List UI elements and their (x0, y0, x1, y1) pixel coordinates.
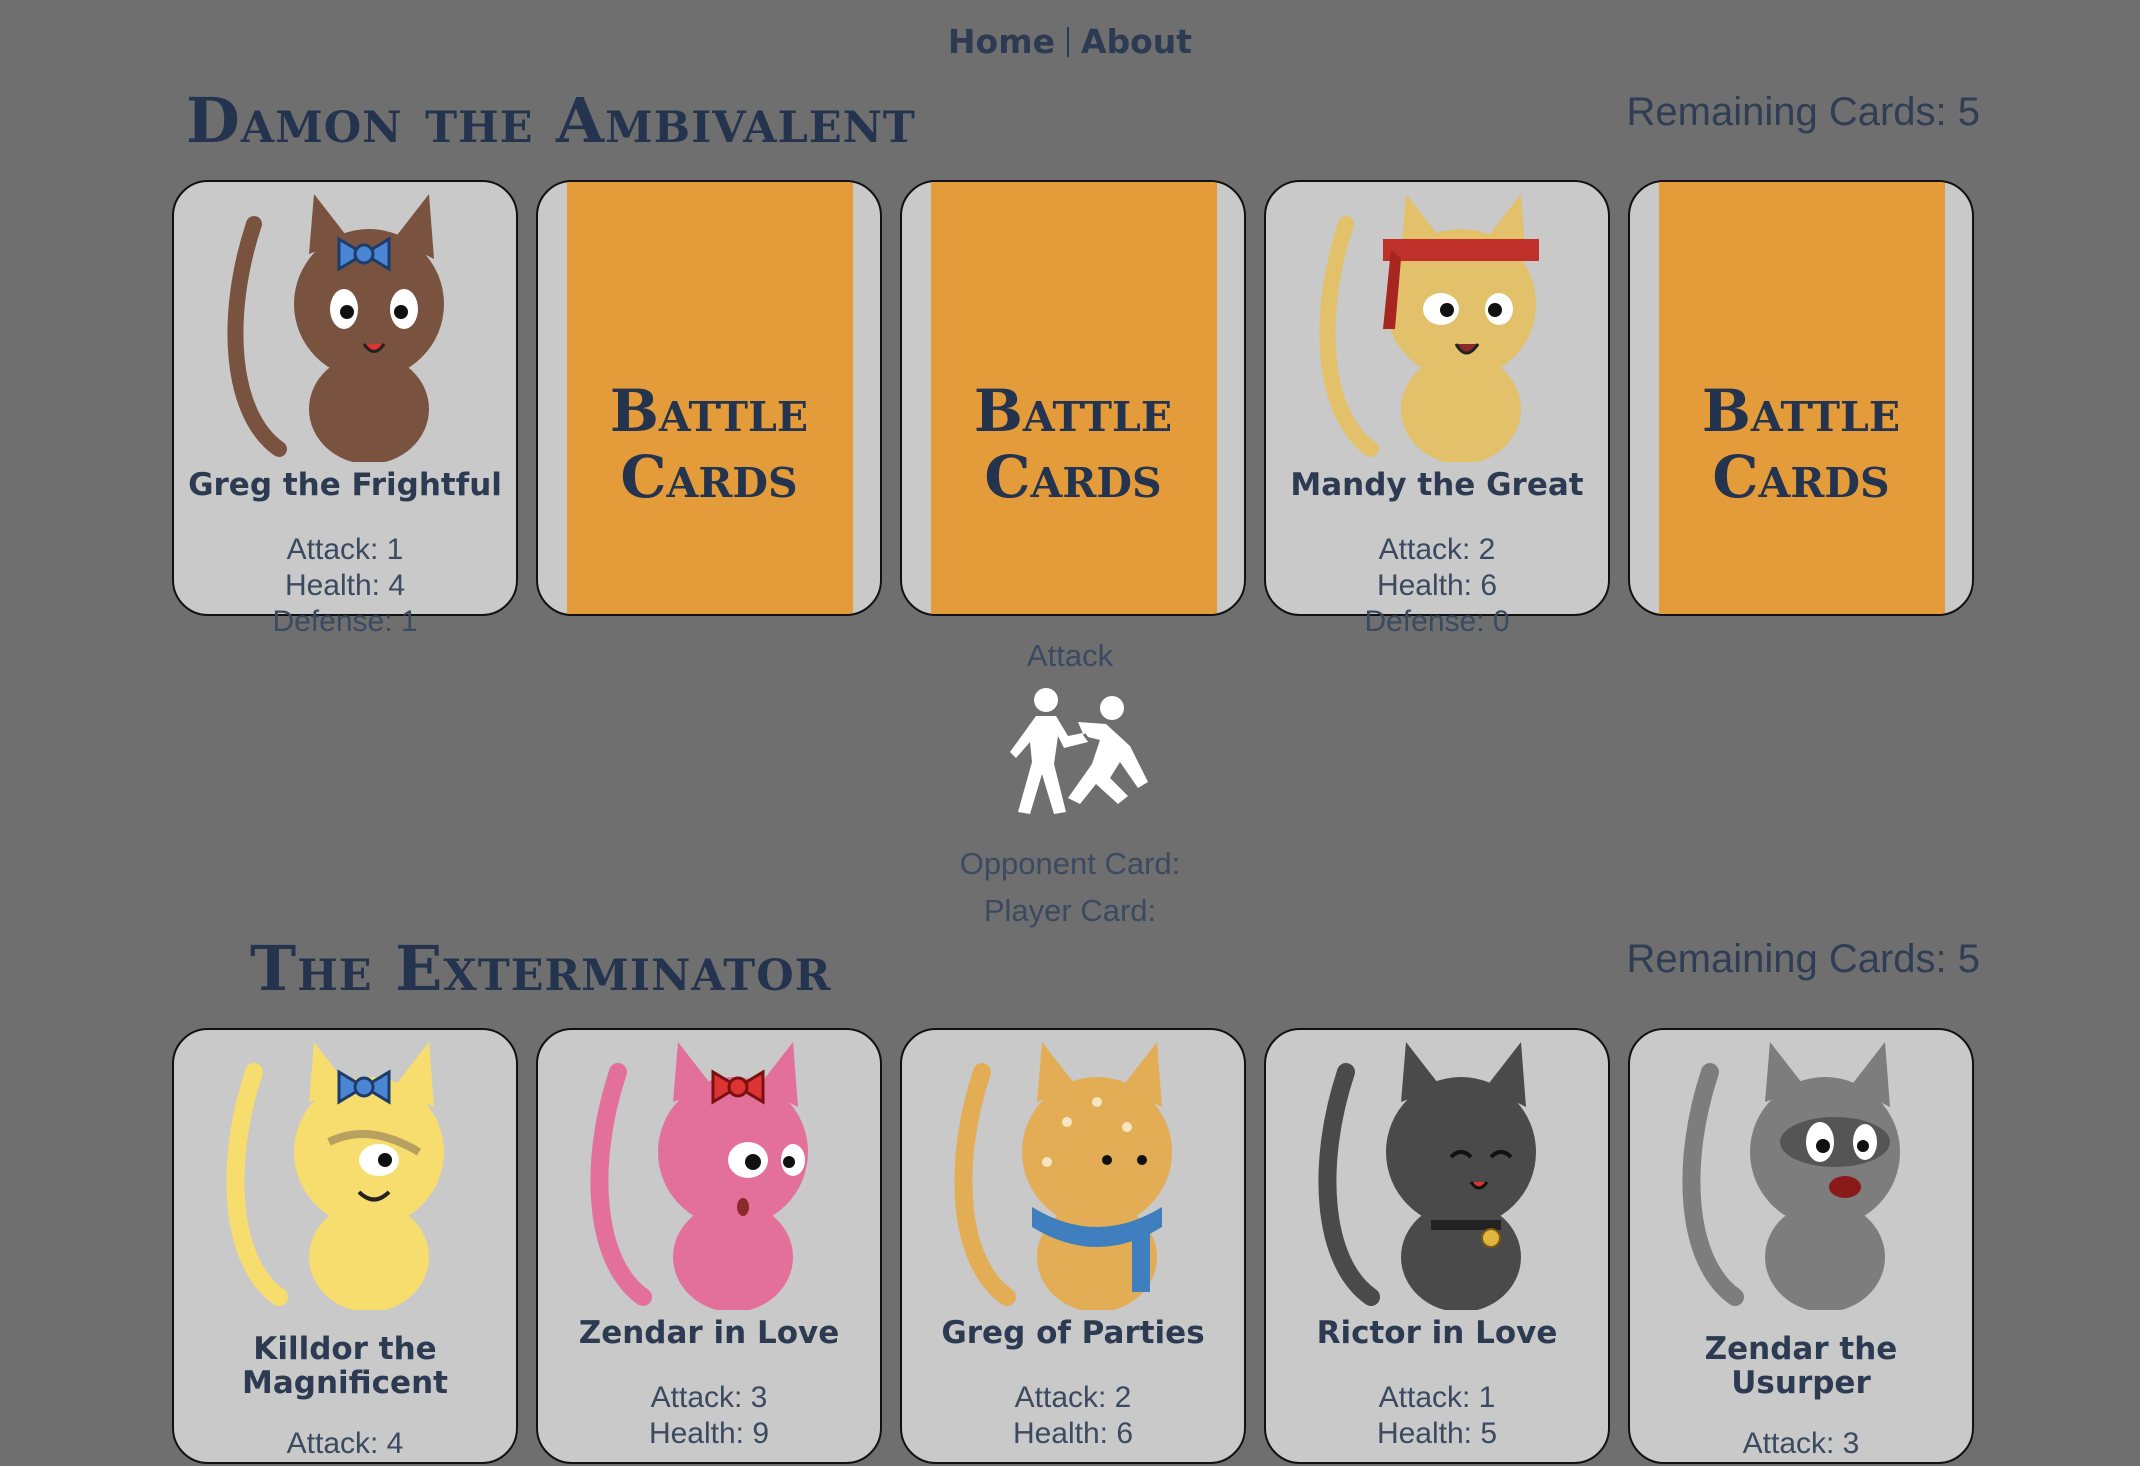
nav-separator (1066, 27, 1069, 57)
card-back-line2: Cards (1712, 443, 1890, 511)
cat-portrait-icon (1319, 194, 1539, 462)
card-name-line1: Zendar the (1704, 1331, 1898, 1367)
card-back-logo: Battle Cards (1630, 378, 1972, 510)
card-name-line2: Magnificent (242, 1365, 448, 1401)
card-defense: Defense: 1 (272, 605, 418, 638)
opponent-card-facedown[interactable]: Battle Cards (536, 180, 882, 616)
player-name: The Exterminator (250, 932, 832, 1005)
opponent-card-facedown[interactable]: Battle Cards (1628, 180, 1974, 616)
card-defense: Defense: 0 (1364, 605, 1510, 638)
opponent-card-greg-the-frightful[interactable]: Greg the Frightful Attack: 1 Health: 4 D… (172, 180, 518, 638)
cat-portrait-icon (590, 1042, 808, 1310)
opponent-name: Damon the Ambivalent (186, 84, 916, 157)
player-card-greg-of-parties[interactable]: Greg of Parties Attack: 2 Health: 6 (900, 1028, 1246, 1464)
card-name: Greg of Parties (941, 1315, 1205, 1351)
player-card-zendar-the-usurper[interactable]: Zendar the Usurper Attack: 3 (1628, 1028, 1974, 1464)
card-name: Zendar the Usurper (1630, 1332, 1972, 1400)
card-name: Mandy the Great (1290, 467, 1584, 503)
card-back-logo: Battle Cards (538, 378, 880, 510)
card-attack: Attack: 1 (286, 533, 404, 566)
card-health: Health: 5 (1376, 1417, 1498, 1450)
player-remaining-cards: Remaining Cards: 5 (1626, 937, 1981, 981)
card-attack: Attack: 4 (286, 1427, 404, 1460)
cat-portrait-icon (226, 1042, 444, 1310)
opponent-remaining-cards: Remaining Cards: 5 (1626, 90, 1981, 134)
card-name-line1: Killdor the (253, 1331, 437, 1367)
card-health: Health: 4 (284, 569, 406, 602)
cat-portrait-icon (1318, 1042, 1536, 1310)
cat-portrait-icon (227, 194, 444, 462)
opponent-card-label: Opponent Card: (959, 846, 1181, 881)
card-name: Greg the Frightful (188, 467, 502, 503)
player-card-zendar-in-love[interactable]: Zendar in Love Attack: 3 Health: 9 (536, 1028, 882, 1464)
opponent-card-row: Greg the Frightful Attack: 1 Health: 4 D… (172, 180, 1974, 638)
home-link[interactable]: Home (948, 22, 1055, 61)
card-name: Zendar in Love (578, 1315, 840, 1351)
player-card-label: Player Card: (983, 893, 1157, 928)
opponent-card-facedown[interactable]: Battle Cards (900, 180, 1246, 616)
player-card-row: Killdor the Magnificent Attack: 4 Zendar… (172, 1028, 1974, 1464)
card-back-line1: Battle (609, 377, 809, 445)
opponent-card-mandy-the-great[interactable]: Mandy the Great Attack: 2 Health: 6 Defe… (1264, 180, 1610, 638)
card-attack: Attack: 2 (1014, 1381, 1132, 1414)
about-link[interactable]: About (1081, 22, 1192, 61)
card-name-line2: Usurper (1731, 1365, 1871, 1401)
card-attack: Attack: 3 (650, 1381, 768, 1414)
card-name: Rictor in Love (1316, 1315, 1558, 1351)
card-health: Health: 6 (1012, 1417, 1134, 1450)
card-attack: Attack: 3 (1742, 1427, 1860, 1460)
card-back-logo: Battle Cards (902, 378, 1244, 510)
card-back-line2: Cards (984, 443, 1162, 511)
top-nav: Home About (0, 22, 2140, 61)
card-attack: Attack: 2 (1378, 533, 1496, 566)
attack-label: Attack (1026, 638, 1114, 673)
card-health: Health: 6 (1376, 569, 1498, 602)
player-card-killdor-the-magnificent[interactable]: Killdor the Magnificent Attack: 4 (172, 1028, 518, 1464)
card-back-line1: Battle (1701, 377, 1901, 445)
cat-portrait-icon (1682, 1042, 1900, 1310)
card-name: Killdor the Magnificent (174, 1332, 516, 1400)
attack-icon[interactable] (1008, 686, 1152, 820)
card-health: Health: 9 (648, 1417, 770, 1450)
card-attack: Attack: 1 (1378, 1381, 1496, 1414)
card-back-line2: Cards (620, 443, 798, 511)
cat-portrait-icon (954, 1042, 1172, 1310)
card-back-line1: Battle (973, 377, 1173, 445)
player-card-rictor-in-love[interactable]: Rictor in Love Attack: 1 Health: 5 (1264, 1028, 1610, 1464)
